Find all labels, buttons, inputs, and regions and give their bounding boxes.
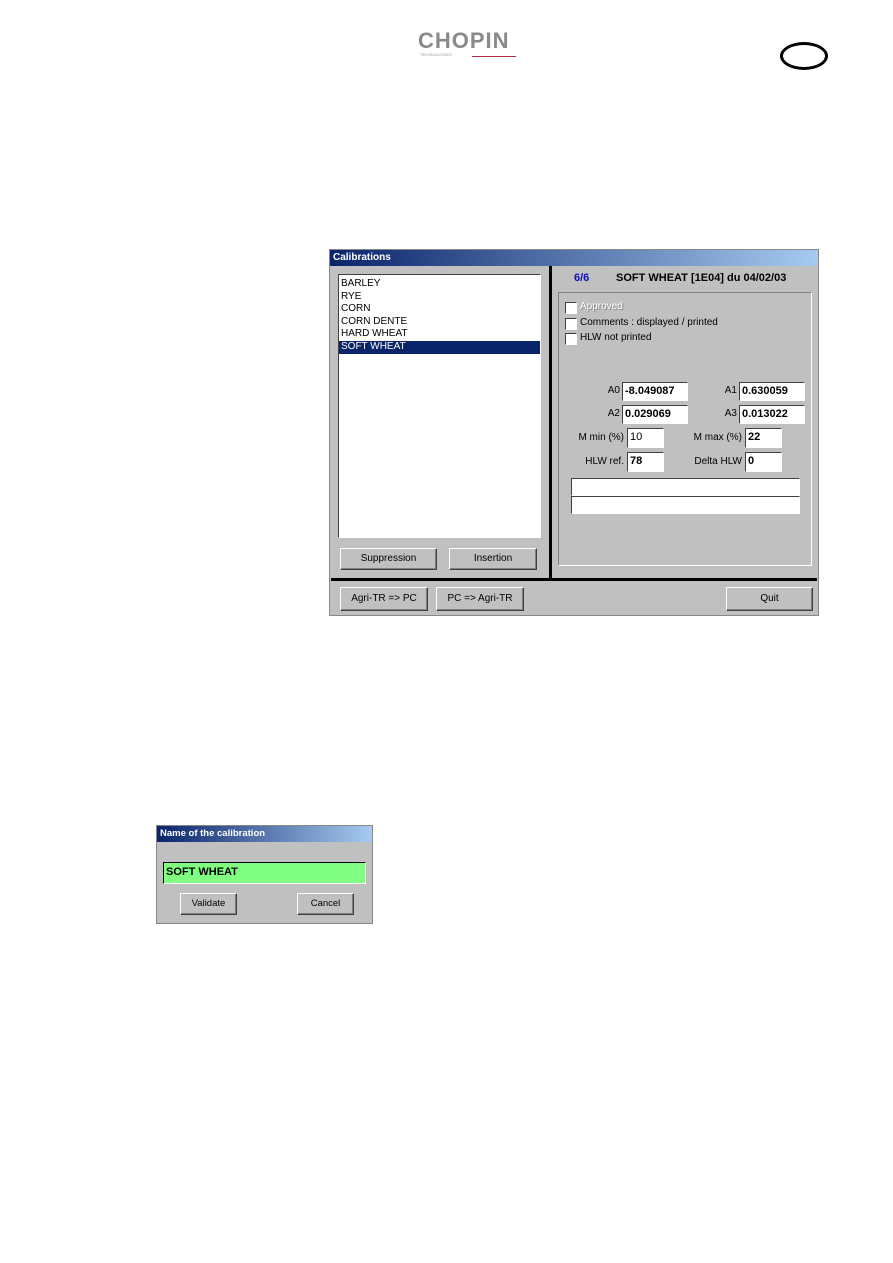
calibration-list-item[interactable]: SOFT WHEAT [339,340,540,354]
a1-input[interactable]: 0.630059 [739,382,805,401]
m-min-input[interactable]: 10 [627,428,664,448]
a3-label: A3 [724,408,737,419]
calibration-counter: 6/6 [574,272,590,284]
quit-button[interactable]: Quit [726,587,813,611]
delta-hlw-input[interactable]: 0 [745,452,782,472]
m-min-label: M min (%) [578,432,624,443]
horizontal-divider [331,578,817,581]
calibration-list[interactable]: BARLEY RYE CORN CORN DENTE HARD WHEAT SOFT WH… [338,274,541,538]
pc-to-agri-button[interactable]: PC => Agri-TR [436,587,524,611]
a1-label: A1 [724,385,737,396]
name-dialog-title: Name of the calibration [157,826,372,842]
calibration-list-item[interactable]: HARD WHEAT [339,328,540,341]
calibration-list-item[interactable]: CORN [339,303,540,316]
suppression-button[interactable]: Suppression [340,548,437,570]
comment-line-1[interactable] [571,478,800,496]
comment-line-2[interactable] [571,496,800,514]
agri-to-pc-button[interactable]: Agri-TR => PC [340,587,428,611]
calibration-name-input[interactable]: SOFT WHEAT [163,862,366,884]
comments-checkbox[interactable] [565,318,577,330]
window-title: Calibrations [330,250,818,266]
hlw-not-printed-checkbox[interactable] [565,333,577,345]
m-max-label: M max (%) [693,432,742,443]
approved-checkbox[interactable] [565,302,577,314]
chopin-logo: CHOPIN TECHNOLOGIES [418,28,518,60]
a2-label: A2 [607,408,620,419]
calibration-list-item[interactable]: BARLEY [339,278,540,291]
vertical-divider [549,266,552,579]
calibration-list-item[interactable]: RYE [339,291,540,304]
insertion-button[interactable]: Insertion [449,548,537,570]
validate-button[interactable]: Validate [180,893,237,915]
logo-text: CHOPIN [418,28,510,53]
logo-subtext: TECHNOLOGIES [420,52,452,57]
comments-label: Comments : displayed / printed [580,317,718,328]
language-oval [780,42,828,70]
calibration-header: SOFT WHEAT [1E04] du 04/02/03 [616,272,787,284]
hlw-not-printed-label: HLW not printed [580,332,652,343]
hlw-ref-label: HLW ref. [585,456,624,467]
m-max-input[interactable]: 22 [745,428,782,448]
hlw-ref-input[interactable]: 78 [627,452,664,472]
a0-input[interactable]: -8.049087 [622,382,688,401]
calibration-list-item[interactable]: CORN DENTE [339,316,540,329]
a0-label: A0 [607,385,620,396]
a2-input[interactable]: 0.029069 [622,405,688,424]
approved-label: Approved [580,301,623,312]
cancel-button[interactable]: Cancel [297,893,354,915]
a3-input[interactable]: 0.013022 [739,405,805,424]
delta-hlw-label: Delta HLW [694,456,742,467]
